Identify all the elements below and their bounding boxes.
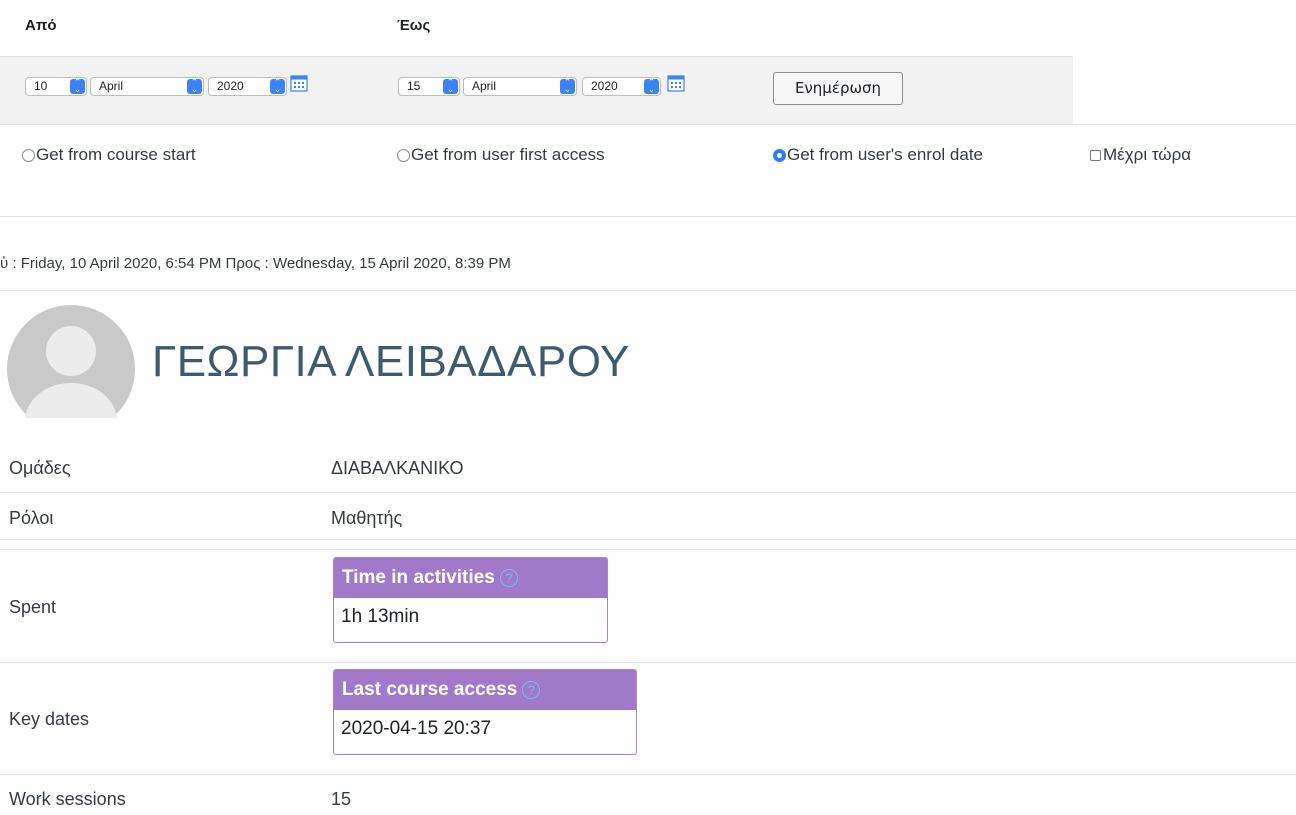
to-year-value: 2020 [591,79,618,93]
last-course-access-value: 2020-04-15 20:37 [341,718,492,739]
select-arrow-icon: ⌃ ⌄ [443,78,458,94]
work-sessions-value: 15 [331,789,352,809]
from-year-select[interactable]: 2020 ⌃ ⌄ [208,77,287,96]
divider [0,216,1296,217]
key-dates-label: Key dates [9,709,90,729]
card-title: Last course access [342,679,518,700]
card-header: Last course access? [334,670,636,710]
groups-label: Ομάδες [9,458,71,478]
card-title: Time in activities [342,567,495,588]
spent-label: Spent [9,597,57,617]
from-month-select[interactable]: April ⌃ ⌄ [90,77,204,96]
divider [0,549,1296,550]
radio-button[interactable] [397,148,410,162]
from-year-value: 2020 [217,79,244,93]
divider [0,290,1296,291]
checkbox-label: Μέχρι τώρα [1103,145,1192,164]
select-arrow-icon: ⌃ ⌄ [187,78,202,94]
last-course-access-card: Last course access? 2020-04-15 20:37 [333,669,637,755]
radio-label: Get from user first access [411,145,605,164]
from-month-value: April [99,79,124,93]
calendar-icon[interactable] [667,74,685,92]
time-in-activities-card: Time in activities? 1h 13min [333,557,608,643]
groups-value: ΔΙΑΒΑΛΚΑΝΙΚΟ [331,458,464,478]
select-arrow-icon: ⌃ ⌄ [644,78,659,94]
roles-label: Ρόλοι [9,508,54,528]
radio-button-checked[interactable] [773,148,786,162]
radio-button[interactable] [22,148,35,162]
divider [0,492,1296,493]
roles-value: Μαθητής [331,508,403,528]
radio-label: Get from user's enrol date [787,145,983,164]
help-icon[interactable]: ? [522,681,541,699]
period-text: ὑ : Friday, 10 April 2020, 6:54 PM Προς … [0,255,511,272]
help-icon[interactable]: ? [499,569,518,587]
to-label: Έως [397,17,431,34]
checkbox[interactable] [1090,149,1101,161]
to-day-select[interactable]: 15 ⌃ ⌄ [398,77,460,96]
card-header: Time in activities? [334,558,607,598]
divider [0,774,1296,775]
work-sessions-label: Work sessions [9,789,126,809]
to-day-value: 15 [407,79,421,93]
select-arrow-icon: ⌃ ⌄ [270,78,285,94]
to-year-select[interactable]: 2020 ⌃ ⌄ [582,77,661,96]
divider [0,662,1296,663]
radio-enrol-date[interactable]: Get from user's enrol date [773,145,983,165]
avatar-placeholder [7,305,135,418]
time-in-activities-value: 1h 13min [341,606,420,627]
from-day-value: 10 [34,79,48,93]
radio-first-access[interactable]: Get from user first access [397,145,605,165]
to-month-select[interactable]: April ⌃ ⌄ [463,77,577,96]
update-button[interactable]: Ενημέρωση [773,72,903,105]
divider [0,539,1296,540]
until-now-checkbox[interactable]: Μέχρι τώρα [1090,145,1191,165]
calendar-icon[interactable] [290,74,308,92]
divider [0,124,1296,125]
radio-label: Get from course start [36,145,196,164]
select-arrow-icon: ⌃ ⌄ [560,78,575,94]
select-arrow-icon: ⌃ ⌄ [70,78,85,94]
from-label: Από [25,17,57,34]
to-month-value: April [472,79,497,93]
radio-course-start[interactable]: Get from course start [22,145,196,165]
user-name: ΓΕΩΡΓΙΑ ΛΕΙΒΑΔΑΡΟΥ [152,337,630,386]
from-day-select[interactable]: 10 ⌃ ⌄ [25,77,87,96]
